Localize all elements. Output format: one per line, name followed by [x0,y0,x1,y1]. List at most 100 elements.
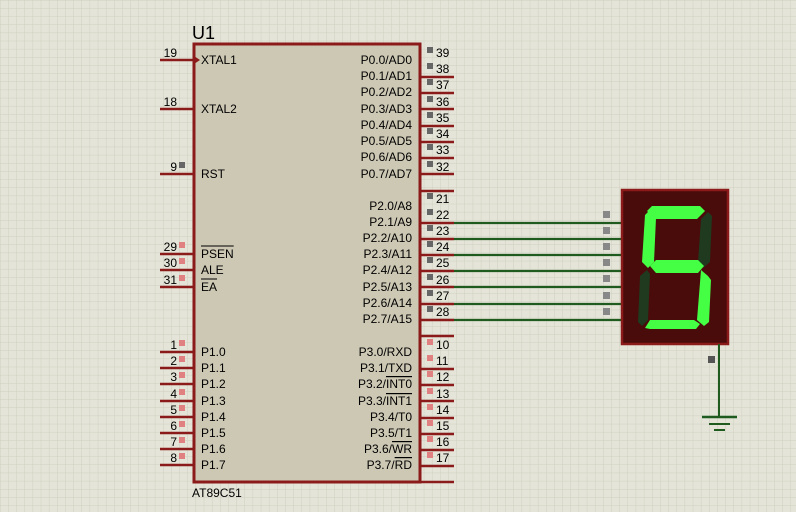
pin-label: P0.1/AD1 [361,69,413,83]
pin-marker [427,355,433,361]
pin-number: 38 [436,62,450,76]
pin-marker [179,275,185,281]
pin-number: 32 [436,160,450,174]
pin-number: 25 [436,256,450,270]
pin-number: 12 [436,370,450,384]
pin-number: 19 [164,46,178,60]
pin-marker [179,258,185,264]
pin-marker [427,193,433,199]
pin-marker [179,356,185,362]
right-pins: 39 P0.0/AD0 38 P0.1/AD1 37 P0.2/AD2 36 P0.3/AD3… [358,46,454,484]
display-pin-marker [603,243,610,250]
pin-number: 11 [436,354,449,368]
pin-number: 3 [170,370,177,384]
pin-marker [427,112,433,118]
pin-number: 7 [170,435,177,449]
pin-number: 26 [436,273,450,287]
pin-number: 14 [436,403,450,417]
pin-marker [427,161,433,167]
pin-label: P3.4/T0 [370,410,412,424]
pin-label: XTAL2 [201,102,237,116]
pin-marker [179,340,185,346]
pin-marker [179,405,185,411]
pin-number: 30 [164,256,178,270]
pin-marker [427,290,433,296]
display-pin-marker [603,227,610,234]
pin-label: ALE [201,263,224,277]
pin-label: P2.0/A8 [369,199,412,213]
pin-label: P0.4/AD4 [361,118,413,132]
pin-number: 31 [164,273,178,287]
pin-marker [427,452,433,458]
pin-label: P1.6 [201,442,226,456]
pin-label: P0.2/AD2 [361,85,413,99]
pin-number: 36 [436,95,450,109]
pin-label: XTAL1 [201,53,237,67]
display-pin-marker [603,275,610,282]
microcontroller-u1[interactable]: U1 AT89C51 19 XTAL118 XTAL29 RST29 PSEN30 ALE… [160,23,454,500]
pin-marker [427,209,433,215]
pin-number: 22 [436,208,450,222]
pin-label: P1.1 [201,361,226,375]
pin-number: 4 [170,387,177,401]
segment-g [650,260,704,273]
display-pin-marker [603,308,610,315]
pin-label: P0.0/AD0 [361,53,413,67]
pin-label: P0.5/AD5 [361,134,413,148]
pin-label: P3.6/WR [364,442,412,456]
pin-number: 10 [436,338,450,352]
pin-label: P0.3/AD3 [361,102,413,116]
pin-label: P2.6/A14 [363,296,413,310]
pin-number: 9 [170,160,177,174]
pin-marker [427,63,433,69]
pin-label: P1.2 [201,377,226,391]
pin-marker [427,241,433,247]
pin-number: 24 [436,240,450,254]
pin-number: 34 [436,127,450,141]
pin-label: P0.6/AD6 [361,150,413,164]
chip-part-label: AT89C51 [192,486,242,500]
pin-label: P1.7 [201,458,226,472]
pin-label: P1.4 [201,410,226,424]
pin-label: P3.0/RXD [359,345,413,359]
pin-label: P2.4/A12 [363,263,413,277]
pin-number: 5 [170,403,177,417]
pin-marker [179,389,185,395]
pin-label: P3.1/TXD [360,361,412,375]
pin-label: P3.3/INT1 [358,394,412,408]
pin-marker [427,306,433,312]
pin-label: P3.5/T1 [370,426,412,440]
pin-marker [427,128,433,134]
pin-marker [179,421,185,427]
pin-number: 17 [436,451,450,465]
pin-marker [427,339,433,345]
schematic-canvas[interactable]: U1 AT89C51 19 XTAL118 XTAL29 RST29 PSEN30 ALE… [0,0,796,512]
pin-marker [427,404,433,410]
pin-label: P2.1/A9 [369,215,412,229]
pin-number: 33 [436,143,450,157]
pin-number: 21 [436,192,450,206]
pin-marker [179,372,185,378]
chip-ref-label: U1 [192,23,215,43]
pin-label: P1.5 [201,426,226,440]
pin-number: 1 [170,338,177,352]
pin-number: 6 [170,419,177,433]
pin-marker [427,371,433,377]
pin-label: P2.5/A13 [363,280,413,294]
pin-marker [427,47,433,53]
pin-number: 8 [170,451,177,465]
pin-label: P3.7/RD [367,458,413,472]
pin-marker [179,242,185,248]
display-common-pin[interactable] [708,356,715,363]
pin-marker [427,96,433,102]
pin-label: EA [201,280,217,294]
pin-number: 37 [436,78,450,92]
pin-label: P1.0 [201,345,226,359]
pin-label: P2.3/A11 [364,247,413,261]
pin-marker [427,420,433,426]
pin-label: P2.2/A10 [363,231,413,245]
segment-d [645,320,700,329]
pin-marker [179,453,185,459]
pin-label: P1.3 [201,394,226,408]
pin-marker [427,274,433,280]
